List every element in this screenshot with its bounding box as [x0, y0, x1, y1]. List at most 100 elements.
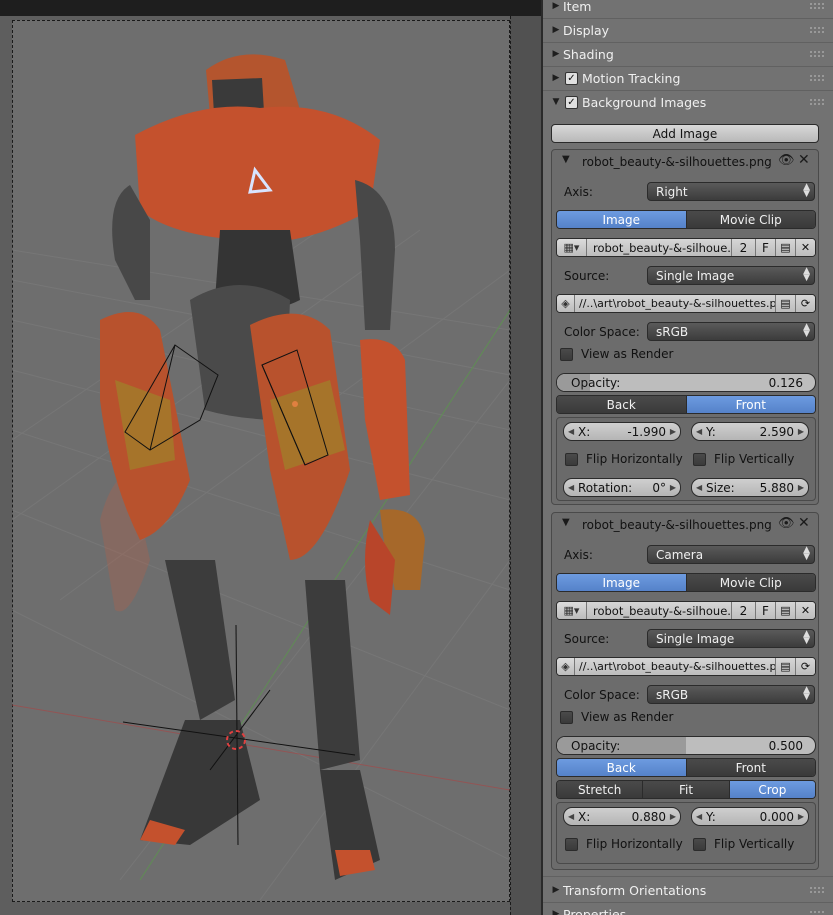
- updown-arrows-icon: ▲ ▼: [803, 629, 810, 646]
- source-dropdown[interactable]: Single Image ▲ ▼: [647, 266, 815, 285]
- drag-grip-icon[interactable]: [809, 98, 825, 106]
- fake-user-toggle[interactable]: F: [755, 602, 775, 619]
- frame-crop-tab[interactable]: Crop: [728, 781, 815, 798]
- checkbox-box[interactable]: [560, 710, 573, 724]
- rotation-field[interactable]: ◀ Rotation: 0° ▶: [563, 478, 681, 497]
- depth-front-tab[interactable]: Front: [685, 396, 815, 413]
- flip-horizontally-checkbox[interactable]: Flip Horizontally: [565, 837, 683, 851]
- frame-fit-tab[interactable]: Fit: [642, 781, 729, 798]
- background-images-checkbox[interactable]: ✓: [565, 95, 578, 109]
- collapse-triangle-icon[interactable]: ▼: [562, 517, 570, 528]
- view-as-render-checkbox[interactable]: View as Render: [560, 347, 673, 361]
- image-browse-icon[interactable]: ▦▾: [557, 239, 587, 256]
- checkbox-box[interactable]: [565, 837, 578, 851]
- eye-icon[interactable]: 👁: [778, 153, 795, 168]
- unlink-icon[interactable]: ✕: [795, 239, 815, 256]
- decrement-arrow-icon[interactable]: ◀: [696, 812, 702, 821]
- drag-grip-icon[interactable]: [809, 886, 825, 894]
- frame-stretch-tab[interactable]: Stretch: [557, 781, 643, 798]
- background-image-2: ▼ robot_beauty-&-silhouettes.png 👁 ✕ Axi…: [551, 512, 819, 870]
- expand-triangle-icon: ▶: [552, 49, 560, 59]
- depth-back-tab[interactable]: Back: [557, 396, 686, 413]
- source-type-toggle: Image Movie Clip: [556, 210, 816, 229]
- increment-arrow-icon[interactable]: ▶: [798, 483, 804, 492]
- 3d-viewport[interactable]: [0, 0, 541, 915]
- source-movie-clip-tab[interactable]: Movie Clip: [685, 574, 815, 591]
- increment-arrow-icon[interactable]: ▶: [670, 812, 676, 821]
- checkbox-box[interactable]: [565, 452, 578, 466]
- axis-dropdown[interactable]: Camera ▲ ▼: [647, 545, 815, 564]
- image-browse-icon[interactable]: ▦▾: [557, 602, 587, 619]
- flip-vertically-checkbox[interactable]: Flip Vertically: [693, 452, 794, 466]
- section-motion-tracking-header[interactable]: ▶ ✓ Motion Tracking: [549, 67, 829, 89]
- section-transform-orientations-header[interactable]: ▶ Transform Orientations: [549, 879, 829, 901]
- updown-arrows-icon: ▲ ▼: [803, 545, 810, 562]
- section-display-header[interactable]: ▶ Display: [549, 19, 829, 41]
- offset-x-field[interactable]: ◀ X: -1.990 ▶: [563, 422, 681, 441]
- add-image-button[interactable]: Add Image: [551, 124, 819, 143]
- source-label: Source:: [564, 269, 610, 283]
- drag-grip-icon[interactable]: [809, 50, 825, 58]
- drag-grip-icon[interactable]: [809, 910, 825, 915]
- decrement-arrow-icon[interactable]: ◀: [696, 483, 702, 492]
- increment-arrow-icon[interactable]: ▶: [670, 483, 676, 492]
- view-as-render-checkbox[interactable]: View as Render: [560, 710, 673, 724]
- datablock-name-field[interactable]: robot_beauty-&-silhoue...: [587, 239, 731, 256]
- section-properties-header[interactable]: ▶ Properties: [549, 903, 829, 915]
- open-folder-icon[interactable]: ▤: [775, 295, 795, 312]
- drag-grip-icon[interactable]: [809, 26, 825, 34]
- open-folder-icon[interactable]: ▤: [775, 239, 795, 256]
- decrement-arrow-icon[interactable]: ◀: [568, 427, 574, 436]
- users-count[interactable]: 2: [731, 602, 755, 619]
- open-folder-icon[interactable]: ▤: [775, 658, 795, 675]
- drag-grip-icon[interactable]: [809, 2, 825, 10]
- decrement-arrow-icon[interactable]: ◀: [568, 483, 574, 492]
- collapse-triangle-icon[interactable]: ▼: [562, 154, 570, 165]
- filepath-value[interactable]: //..\art\robot_beauty-&-silhouettes.png: [575, 295, 775, 312]
- users-count[interactable]: 2: [731, 239, 755, 256]
- increment-arrow-icon[interactable]: ▶: [670, 427, 676, 436]
- eye-icon[interactable]: 👁: [778, 516, 795, 531]
- colorspace-dropdown[interactable]: sRGB ▲ ▼: [647, 322, 815, 341]
- close-icon[interactable]: ✕: [798, 515, 810, 531]
- reload-icon[interactable]: ⟳: [795, 295, 815, 312]
- reload-icon[interactable]: ⟳: [795, 658, 815, 675]
- fake-user-toggle[interactable]: F: [755, 239, 775, 256]
- size-field[interactable]: ◀ Size: 5.880 ▶: [691, 478, 809, 497]
- source-movie-clip-tab[interactable]: Movie Clip: [685, 211, 815, 228]
- checkbox-box[interactable]: [693, 452, 706, 466]
- depth-back-tab[interactable]: Back: [557, 759, 686, 776]
- opacity-slider[interactable]: Opacity: 0.500: [556, 736, 816, 755]
- depth-front-tab[interactable]: Front: [685, 759, 815, 776]
- decrement-arrow-icon[interactable]: ◀: [696, 427, 702, 436]
- colorspace-dropdown[interactable]: sRGB ▲ ▼: [647, 685, 815, 704]
- section-background-images-header[interactable]: ▼ ✓ Background Images: [549, 91, 829, 113]
- decrement-arrow-icon[interactable]: ◀: [568, 812, 574, 821]
- section-label: Item: [563, 0, 592, 14]
- drag-grip-icon[interactable]: [809, 74, 825, 82]
- opacity-slider[interactable]: Opacity: 0.126: [556, 373, 816, 392]
- increment-arrow-icon[interactable]: ▶: [798, 427, 804, 436]
- open-folder-icon[interactable]: ▤: [775, 602, 795, 619]
- offset-x-field[interactable]: ◀ X: 0.880 ▶: [563, 807, 681, 826]
- checkbox-box[interactable]: [693, 837, 706, 851]
- source-dropdown[interactable]: Single Image ▲ ▼: [647, 629, 815, 648]
- flip-vertically-checkbox[interactable]: Flip Vertically: [693, 837, 794, 851]
- axis-dropdown[interactable]: Right ▲ ▼: [647, 182, 815, 201]
- increment-arrow-icon[interactable]: ▶: [798, 812, 804, 821]
- section-shading-header[interactable]: ▶ Shading: [549, 43, 829, 65]
- offset-y-field[interactable]: ◀ Y: 2.590 ▶: [691, 422, 809, 441]
- filepath-value[interactable]: //..\art\robot_beauty-&-silhouettes.png: [575, 658, 775, 675]
- unlink-icon[interactable]: ✕: [795, 602, 815, 619]
- checkbox-label: View as Render: [581, 710, 674, 724]
- source-image-tab[interactable]: Image: [557, 574, 686, 591]
- close-icon[interactable]: ✕: [798, 152, 810, 168]
- expand-triangle-icon: ▶: [552, 73, 560, 83]
- checkbox-box[interactable]: [560, 347, 573, 361]
- source-image-tab[interactable]: Image: [557, 211, 686, 228]
- flip-horizontally-checkbox[interactable]: Flip Horizontally: [565, 452, 683, 466]
- section-item-header[interactable]: ▶ Item: [549, 0, 829, 17]
- datablock-name-field[interactable]: robot_beauty-&-silhoue...: [587, 602, 731, 619]
- motion-tracking-checkbox[interactable]: ✓: [565, 71, 578, 85]
- offset-y-field[interactable]: ◀ Y: 0.000 ▶: [691, 807, 809, 826]
